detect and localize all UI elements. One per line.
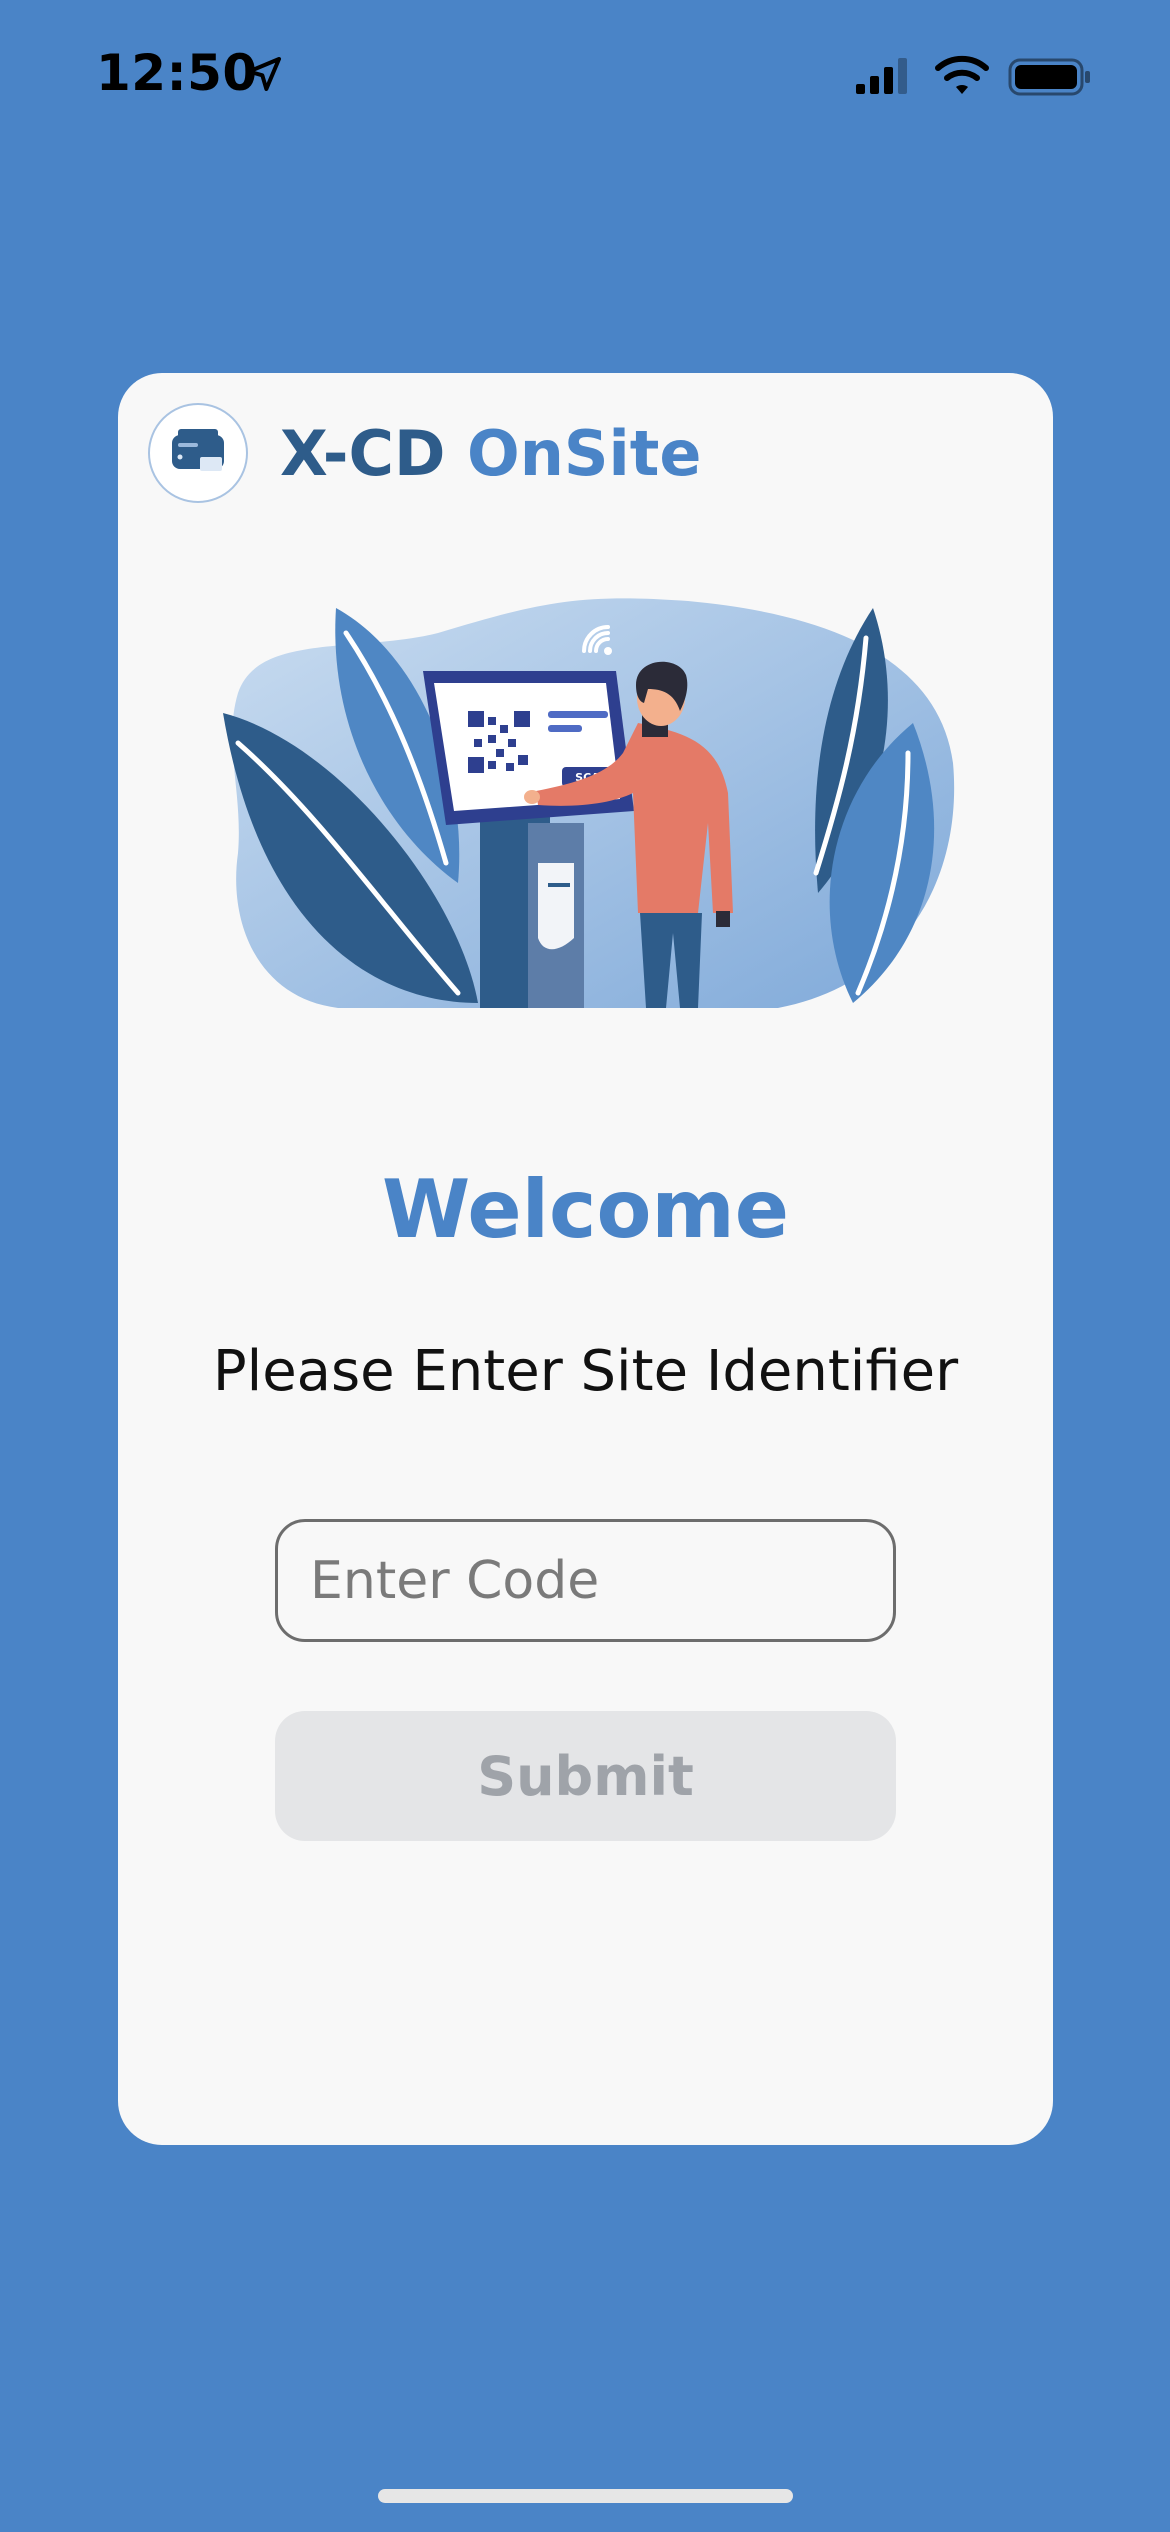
site-identifier-prompt: Please Enter Site Identifier bbox=[212, 1339, 959, 1404]
status-bar: 12:50 bbox=[0, 0, 1170, 150]
login-screen: 12:50 X-CD OnSite Welcome Please Enter S… bbox=[0, 0, 1170, 2532]
app-name-part2: OnSite bbox=[467, 416, 702, 490]
status-time: 12:50 bbox=[96, 44, 258, 102]
kiosk-qr-scan-illustration: SCAN bbox=[223, 598, 955, 1008]
app-name-part1: X-CD bbox=[280, 416, 446, 490]
login-card: X-CD OnSite Welcome Please Enter Site Id… bbox=[118, 373, 1053, 2145]
printer-icon bbox=[148, 403, 248, 503]
welcome-title: Welcome bbox=[381, 1163, 790, 1256]
cellular-signal-icon bbox=[856, 58, 907, 94]
location-arrow-icon bbox=[247, 57, 281, 91]
submit-button[interactable]: Submit bbox=[275, 1711, 896, 1841]
battery-icon bbox=[1008, 58, 1090, 96]
wifi-icon bbox=[935, 55, 989, 94]
site-code-input[interactable] bbox=[275, 1519, 896, 1642]
brand-header: X-CD OnSite bbox=[148, 403, 701, 503]
app-name: X-CD OnSite bbox=[280, 417, 701, 490]
home-indicator[interactable] bbox=[378, 2489, 793, 2503]
